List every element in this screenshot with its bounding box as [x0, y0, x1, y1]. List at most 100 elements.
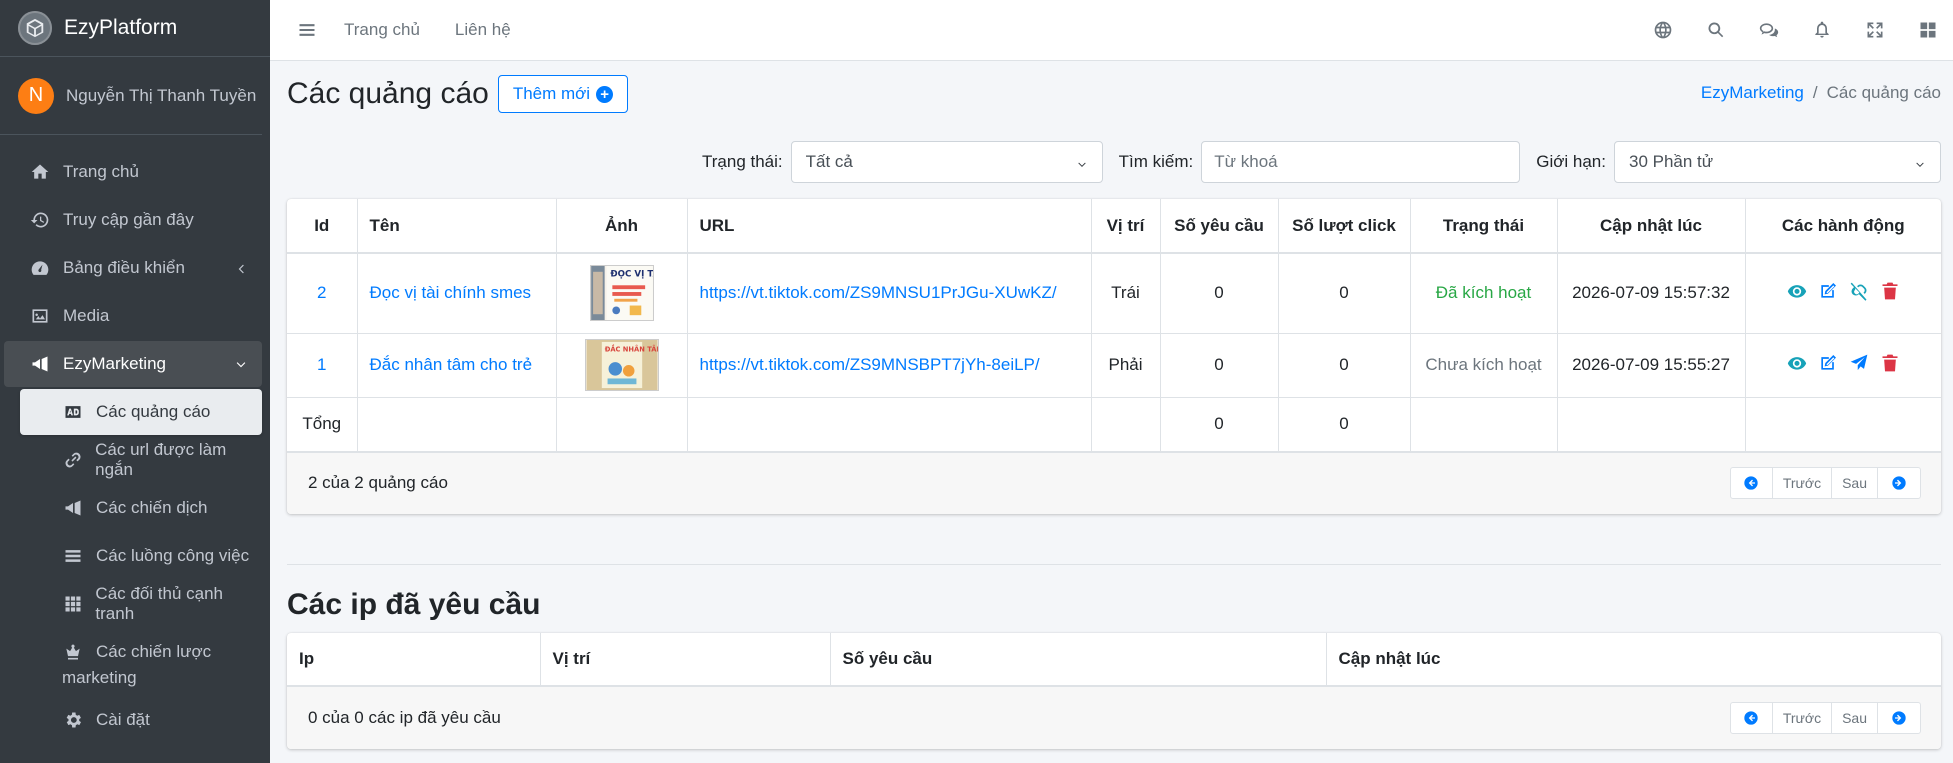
sidebar-item-label: Trang chủ — [63, 162, 139, 181]
plus-circle-icon: + — [596, 85, 614, 103]
fullscreen-icon[interactable] — [1864, 19, 1886, 41]
status-badge: Đã kích hoạt — [1410, 253, 1558, 334]
chevron-down-icon — [1914, 156, 1926, 168]
column-header[interactable]: Số lượt click — [1278, 199, 1411, 254]
prev-arrow-icon[interactable] — [1731, 703, 1773, 733]
unlink-icon[interactable] — [1848, 280, 1870, 302]
sidebar-item-media[interactable]: Media — [4, 293, 262, 339]
megaphone-icon — [29, 353, 51, 375]
sidebar-subitem-strategies[interactable]: Các chiến lược marketing — [20, 629, 262, 695]
ad-image[interactable]: ĐỌC VỊ TÀI CHÍNH SMEs — [589, 265, 654, 322]
sidebar-subitem-label: Các chiến dịch — [96, 498, 208, 517]
breadcrumb-link-ezymarketing[interactable]: EzyMarketing — [1701, 83, 1804, 102]
ip-card-footer: 0 của 0 các ip đã yêu cầu Trước Sau — [287, 687, 1941, 749]
ad-name-link[interactable]: Đọc vị tài chính smes — [370, 283, 532, 302]
view-eye-icon[interactable] — [1786, 352, 1808, 374]
menu-toggle-icon[interactable] — [296, 19, 318, 41]
globe-icon[interactable] — [1652, 19, 1674, 41]
sidebar-subitem-ads[interactable]: Các quảng cáo — [20, 389, 262, 435]
sidebar-subitem-campaigns[interactable]: Các chiến dịch — [20, 485, 262, 531]
table-row: 1 Đắc nhân tâm cho trẻ ĐẮC NHÂN TÂM http… — [287, 333, 1941, 398]
next-page-button[interactable]: Sau — [1832, 703, 1878, 733]
status-select[interactable]: Tất cả — [790, 141, 1103, 183]
top-link-home[interactable]: Trang chủ — [344, 20, 420, 40]
view-eye-icon[interactable] — [1786, 280, 1808, 302]
chevron-down-icon — [1076, 156, 1088, 168]
column-header[interactable]: Số yêu cầu — [830, 633, 1327, 687]
sidebar-item-dashboard[interactable]: Bảng điều khiển — [4, 245, 262, 291]
ad-url-link[interactable]: https://vt.tiktok.com/ZS9MNSBPT7jYh-8eiL… — [700, 355, 1040, 374]
prev-page-button[interactable]: Trước — [1773, 468, 1833, 498]
sidebar-subitem-short-urls[interactable]: Các url được làm ngắn — [20, 437, 262, 483]
page-header: Các quảng cáo Thêm mới + — [287, 75, 629, 113]
chat-icon[interactable] — [1758, 19, 1780, 41]
ad-id-link[interactable]: 2 — [317, 283, 326, 302]
search-icon[interactable] — [1705, 19, 1727, 41]
ad-clicks: 0 — [1278, 333, 1411, 398]
ad-name-link[interactable]: Đắc nhân tâm cho trẻ — [370, 355, 533, 374]
ad-position: Trái — [1091, 253, 1161, 334]
home-icon — [29, 161, 51, 183]
row-actions — [1786, 352, 1901, 374]
ip-card: Ip Vị trí Số yêu cầu Cập nhật lúc 0 của … — [287, 633, 1941, 749]
crown-icon — [62, 641, 84, 663]
search-input[interactable]: Từ khoá — [1201, 141, 1521, 183]
column-header[interactable]: Trạng thái — [1410, 199, 1558, 254]
megaphone-icon — [62, 497, 84, 519]
brand[interactable]: EzyPlatform — [0, 0, 270, 57]
sidebar-item-home[interactable]: Trang chủ — [4, 149, 262, 195]
column-header[interactable]: Vị trí — [540, 633, 831, 687]
status-badge: Chưa kích hoạt — [1410, 333, 1558, 398]
ad-id-link[interactable]: 1 — [317, 355, 326, 374]
table-header-row: Id Tên Ảnh URL Vị trí Số yêu cầu Số lượt… — [287, 199, 1941, 254]
edit-icon[interactable] — [1817, 352, 1839, 374]
status-filter-label: Trạng thái: — [702, 152, 783, 171]
bell-icon[interactable] — [1811, 19, 1833, 41]
delete-trash-icon[interactable] — [1879, 280, 1901, 302]
search-placeholder: Từ khoá — [1214, 152, 1278, 171]
ad-position: Phải — [1091, 333, 1161, 398]
sidebar-item-ezymarketing[interactable]: EzyMarketing — [4, 341, 262, 387]
next-page-button[interactable]: Sau — [1832, 468, 1878, 498]
brand-name: EzyPlatform — [64, 16, 178, 39]
column-header[interactable]: Số yêu cầu — [1160, 199, 1279, 254]
sidebar-subitem-workflows[interactable]: Các luồng công việc — [20, 533, 262, 579]
column-header: Các hành động — [1745, 199, 1941, 254]
gear-icon — [62, 709, 84, 731]
dashboard-icon — [29, 257, 51, 279]
sidebar-item-label: EzyMarketing — [63, 354, 166, 373]
next-arrow-icon[interactable] — [1878, 703, 1920, 733]
add-new-label: Thêm mới — [512, 84, 591, 103]
ad-image[interactable]: ĐẮC NHÂN TÂM — [584, 339, 659, 391]
sidebar-subitem-settings[interactable]: Cài đặt — [20, 697, 262, 743]
apps-grid-icon[interactable] — [1917, 19, 1939, 41]
top-navbar: Trang chủ Liên hệ — [270, 0, 1953, 61]
publish-send-icon[interactable] — [1848, 352, 1870, 374]
column-header[interactable]: Id — [287, 199, 358, 254]
column-header[interactable]: URL — [687, 199, 1092, 254]
add-new-button[interactable]: Thêm mới + — [497, 75, 629, 113]
limit-label: Giới hạn: — [1536, 152, 1606, 171]
column-header[interactable]: Vị trí — [1091, 199, 1161, 254]
edit-icon[interactable] — [1817, 280, 1839, 302]
column-header[interactable]: Tên — [357, 199, 557, 254]
sidebar-item-recent[interactable]: Truy cập gần đây — [4, 197, 262, 243]
column-header[interactable]: Cập nhật lúc — [1326, 633, 1941, 687]
limit-select[interactable]: 30 Phần tử — [1614, 141, 1941, 183]
ad-url-link[interactable]: https://vt.tiktok.com/ZS9MNSU1PrJGu-XUwK… — [700, 283, 1057, 302]
sidebar-subitem-competitors[interactable]: Các đối thủ cạnh tranh — [20, 581, 262, 627]
column-header: Ảnh — [556, 199, 688, 254]
prev-page-button[interactable]: Trước — [1773, 703, 1833, 733]
prev-arrow-icon[interactable] — [1731, 468, 1773, 498]
next-arrow-icon[interactable] — [1878, 468, 1920, 498]
column-header[interactable]: Ip — [287, 633, 541, 687]
ip-count-text: 0 của 0 các ip đã yêu cầu — [308, 708, 501, 727]
limit-select-value: 30 Phần tử — [1629, 152, 1714, 171]
user-panel[interactable]: N Nguyễn Thị Thanh Tuyền — [0, 57, 262, 135]
delete-trash-icon[interactable] — [1879, 352, 1901, 374]
sidebar-subitem-label: Các chiến lược — [96, 642, 212, 661]
sidebar-nav: Trang chủ Truy cập gần đây Bảng điều khi… — [0, 135, 270, 743]
column-header[interactable]: Cập nhật lúc — [1557, 199, 1746, 254]
top-link-contact[interactable]: Liên hệ — [455, 20, 511, 40]
pagination: Trước Sau — [1729, 702, 1921, 734]
